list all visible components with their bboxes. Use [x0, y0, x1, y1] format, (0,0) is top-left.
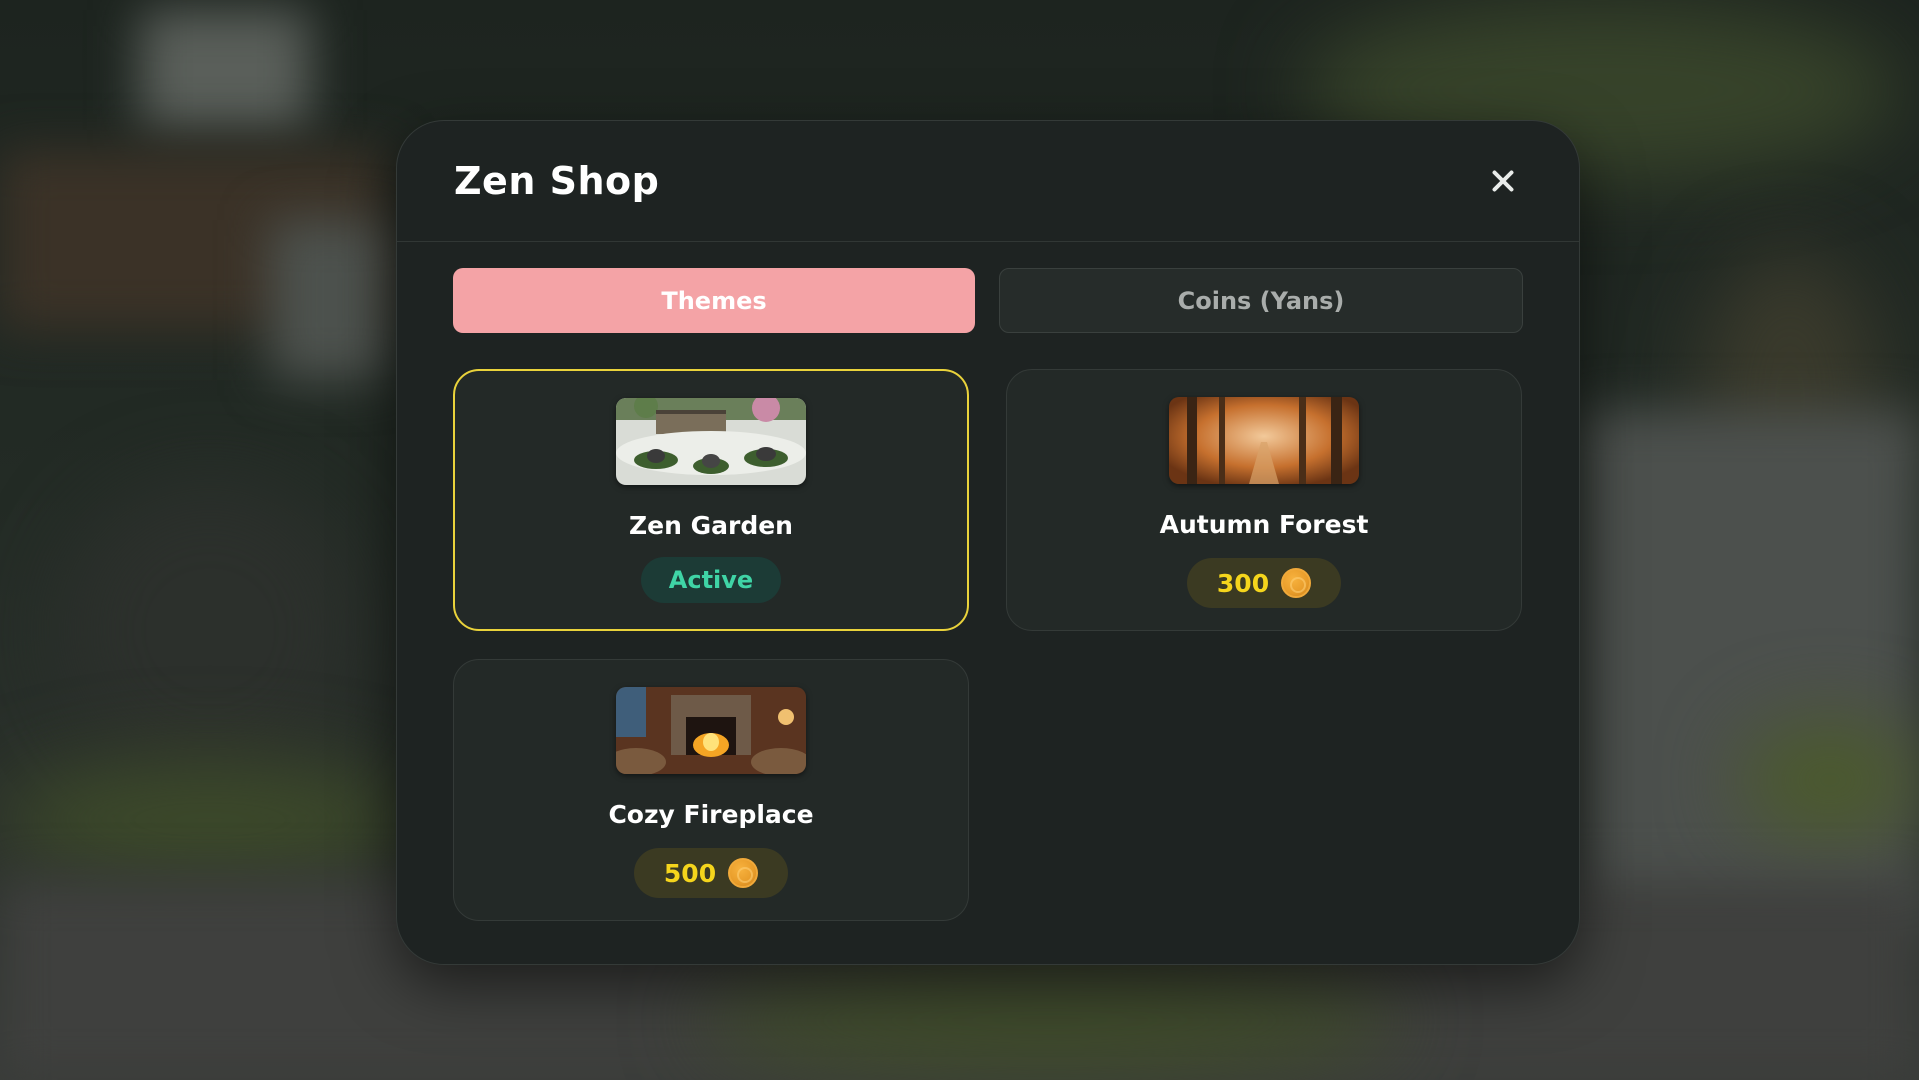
bg-moss	[0, 760, 420, 880]
tab-themes[interactable]: Themes	[453, 268, 975, 333]
shop-tabs: Themes Coins (Yans)	[397, 268, 1579, 333]
bg-sand	[1580, 410, 1919, 930]
bg-post	[270, 220, 390, 380]
tab-coins[interactable]: Coins (Yans)	[999, 268, 1523, 333]
price-button[interactable]: 300	[1186, 558, 1342, 608]
coin-icon	[728, 858, 759, 888]
bg-shrub	[1740, 720, 1919, 840]
bg-rock	[60, 480, 360, 780]
cozy-fireplace-image	[616, 687, 806, 774]
themes-grid: Zen Garden Active Autumn Forest 300 Cozy…	[397, 369, 1579, 921]
coin-icon	[1281, 568, 1312, 598]
bg-grass	[700, 960, 1400, 1080]
modal-title: Zen Shop	[454, 159, 660, 203]
theme-name: Cozy Fireplace	[608, 800, 814, 829]
theme-card-zen-garden[interactable]: Zen Garden Active	[453, 369, 969, 631]
theme-name: Zen Garden	[629, 511, 793, 540]
autumn-forest-image	[1169, 397, 1359, 484]
theme-card-cozy-fireplace[interactable]: Cozy Fireplace 500	[453, 659, 969, 921]
price-value: 500	[663, 858, 717, 888]
modal-header: Zen Shop	[397, 121, 1579, 242]
shop-modal: Zen Shop Themes Coins (Yans) Zen Garden …	[396, 120, 1580, 965]
zen-garden-image	[616, 398, 806, 485]
price-value: 300	[1216, 568, 1270, 598]
theme-name: Autumn Forest	[1159, 510, 1369, 539]
status-badge: Active	[640, 557, 782, 603]
close-icon[interactable]	[1483, 161, 1523, 201]
bg-lantern	[140, 10, 310, 130]
theme-card-autumn-forest[interactable]: Autumn Forest 300	[1006, 369, 1522, 631]
price-button[interactable]: 500	[633, 848, 789, 898]
